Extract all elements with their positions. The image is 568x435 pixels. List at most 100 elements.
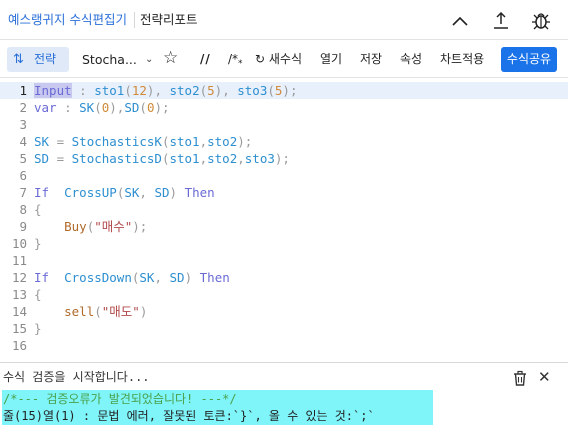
- code-token: ,: [237, 151, 245, 166]
- line-code: Input : sto1(12), sto2(5), sto3(5);: [34, 82, 297, 99]
- code-token: (: [267, 83, 275, 98]
- code-token: ,: [199, 151, 208, 166]
- code-line[interactable]: 2 var : SK(0),SD(0);: [0, 99, 568, 116]
- code-line[interactable]: 12 If CrossDown(SK, SD) Then: [0, 269, 568, 286]
- tab-strategy-report[interactable]: 전략리포트: [134, 0, 198, 40]
- line-number: 4: [19, 134, 27, 149]
- code-token: sell: [64, 304, 95, 319]
- code-line[interactable]: 10}: [0, 235, 568, 252]
- code-token: SK: [139, 270, 155, 285]
- code-token: (: [94, 304, 102, 319]
- export-icon[interactable]: [490, 10, 512, 32]
- share-formula-button[interactable]: 수식공유: [501, 47, 557, 72]
- code-token: ): [169, 185, 185, 200]
- code-editor[interactable]: 1 Input : sto1(12), sto2(5), sto3(5); 2 var…: [0, 79, 568, 362]
- line-code: {: [34, 201, 42, 218]
- line-code: If CrossUP(SK, SD) Then: [34, 184, 215, 201]
- line-number: 5: [19, 151, 27, 166]
- code-token: SD: [124, 100, 140, 115]
- star-icon[interactable]: ☆: [163, 46, 178, 71]
- code-token: 12: [131, 83, 147, 98]
- trash-icon[interactable]: [512, 370, 528, 386]
- code-token: If: [34, 270, 50, 285]
- code-token: );: [274, 151, 290, 166]
- code-line[interactable]: 9 Buy("매수");: [0, 218, 568, 235]
- code-token: sto2: [207, 151, 238, 166]
- output-error-detail: 줄(15)열(1) : 문법 에러, 잘못된 토큰:`}`, 올 수 있는 것:…: [3, 409, 375, 423]
- code-line[interactable]: 14 sell("매도"): [0, 303, 568, 320]
- code-token: ),: [214, 83, 238, 98]
- code-line[interactable]: 5 SD = StochasticsD(sto1,sto2,sto3);: [0, 150, 568, 167]
- code-token: sto3: [237, 83, 268, 98]
- code-line[interactable]: 3: [0, 116, 568, 133]
- code-line[interactable]: 13 {: [0, 286, 568, 303]
- line-number: 6: [19, 168, 27, 183]
- code-token: "매도": [101, 304, 140, 319]
- code-token: sto1: [169, 134, 200, 149]
- code-line[interactable]: 11: [0, 252, 568, 269]
- output-error-header: /*--- 검증오류가 발견되었습니다! ---*/: [3, 392, 237, 406]
- strategy-label: 전략: [34, 52, 57, 66]
- code-token: Buy: [64, 219, 87, 234]
- code-token: ,: [139, 185, 155, 200]
- code-line[interactable]: 16: [0, 337, 568, 354]
- formula-select[interactable]: Stocha... ⌄: [82, 47, 153, 72]
- open-button[interactable]: 열기: [320, 47, 342, 72]
- chevron-up-icon[interactable]: [449, 10, 471, 32]
- code-token: ),: [109, 100, 125, 115]
- line-code: }: [34, 235, 42, 252]
- chevron-down-icon: ⌄: [145, 54, 154, 65]
- block-comment-label: /*: [228, 52, 239, 66]
- refresh-icon: ↻: [255, 52, 266, 66]
- code-token: SD: [34, 151, 50, 166]
- line-code: SK = StochasticsK(sto1,sto2);: [34, 133, 252, 150]
- line-code: If CrossDown(SK, SD) Then: [34, 269, 230, 286]
- code-token: SK: [34, 134, 50, 149]
- tab-formula-editor[interactable]: 예스랭귀지 수식편집기: [8, 0, 127, 40]
- line-number: 2: [19, 100, 27, 115]
- code-line[interactable]: 7 If CrossUP(SK, SD) Then: [0, 184, 568, 201]
- line-code: sell("매도"): [34, 303, 147, 320]
- line-code: Buy("매수");: [34, 218, 147, 235]
- strategy-button[interactable]: ⇅ 전략: [7, 47, 69, 72]
- code-token: sto3: [244, 151, 275, 166]
- code-line[interactable]: 6: [0, 167, 568, 184]
- line-number: 3: [19, 117, 27, 132]
- code-token: Then: [184, 185, 215, 200]
- line-code: var : SK(0),SD(0);: [34, 99, 170, 116]
- close-icon[interactable]: ✕: [538, 368, 551, 386]
- new-formula-button[interactable]: ↻ 새수식: [255, 47, 302, 72]
- line-number: 11: [11, 253, 27, 268]
- code-token: ,: [199, 134, 208, 149]
- code-token: If: [34, 185, 50, 200]
- output-panel: 수식 검증을 시작합니다... /*--- 검증오류가 발견되었습니다! ---…: [0, 362, 568, 435]
- code-token: 5: [207, 83, 215, 98]
- code-token: );: [132, 219, 148, 234]
- code-token: :: [71, 83, 95, 98]
- line-code: }: [34, 320, 42, 337]
- code-line[interactable]: 8{: [0, 201, 568, 218]
- line-number: 1: [19, 83, 27, 98]
- bug-icon[interactable]: [530, 10, 552, 32]
- toolbar: ⇅ 전략 Stocha... ⌄ ☆ // /** ↻ 새수식 열기 저장 속성…: [0, 41, 568, 78]
- line-number: 7: [19, 185, 27, 200]
- code-line[interactable]: 4 SK = StochasticsK(sto1,sto2);: [0, 133, 568, 150]
- code-token: ): [139, 304, 148, 319]
- code-token: sto1: [94, 83, 125, 98]
- new-formula-label: 새수식: [268, 52, 303, 66]
- code-token: CrossDown: [64, 270, 132, 285]
- block-comment-button[interactable]: /**: [228, 47, 243, 72]
- code-token: ),: [146, 83, 170, 98]
- properties-button[interactable]: 속성: [400, 47, 422, 72]
- line-comment-button[interactable]: //: [200, 47, 211, 72]
- code-line[interactable]: 1 Input : sto1(12), sto2(5), sto3(5);: [0, 82, 568, 99]
- code-token: StochasticsK: [71, 134, 162, 149]
- code-token: =: [49, 134, 72, 149]
- code-line[interactable]: 15}: [0, 320, 568, 337]
- apply-chart-button[interactable]: 차트적용: [440, 47, 484, 72]
- code-token: ,: [154, 270, 170, 285]
- code-token: CrossUP: [64, 185, 117, 200]
- save-button[interactable]: 저장: [360, 47, 382, 72]
